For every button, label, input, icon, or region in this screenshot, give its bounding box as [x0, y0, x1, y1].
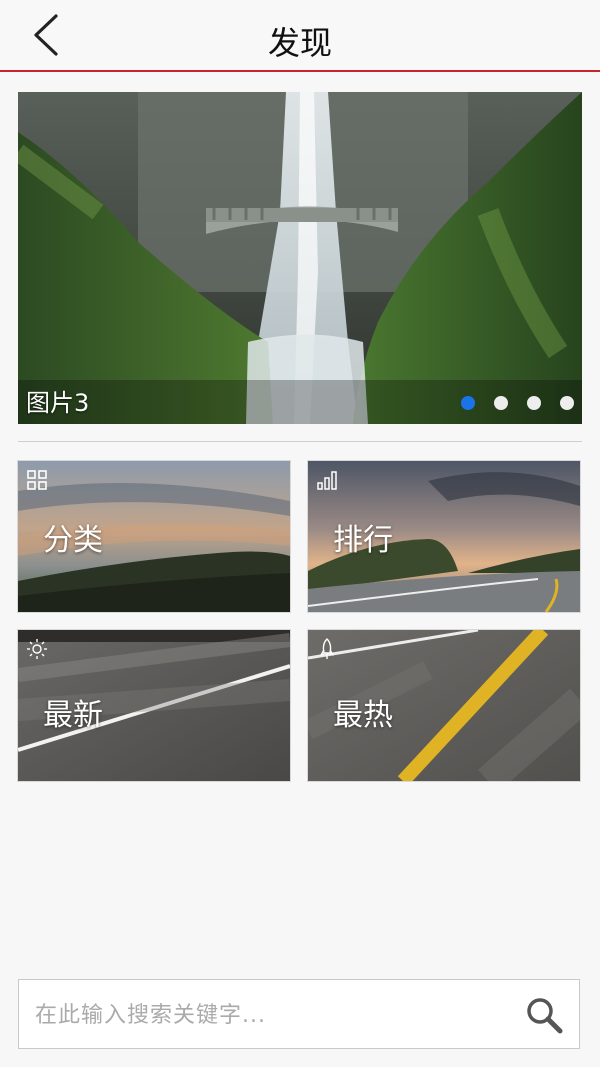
category-tile[interactable]: 分类: [18, 461, 290, 612]
tile-label: 排行: [333, 523, 393, 558]
ranking-tile[interactable]: 排行: [308, 461, 580, 612]
tile-label: 分类: [43, 523, 103, 558]
carousel-dot[interactable]: [494, 396, 508, 410]
carousel-dot[interactable]: [560, 396, 574, 410]
carousel-dot[interactable]: [461, 396, 475, 410]
sun-icon: [27, 639, 47, 659]
page-title: 发现: [267, 24, 332, 62]
carousel-dot[interactable]: [527, 396, 541, 410]
top-bar: 发现: [0, 0, 600, 72]
tile-label: 最热: [333, 698, 393, 733]
search-icon[interactable]: [523, 994, 565, 1036]
search-bar: [18, 979, 580, 1049]
carousel-indicator: [461, 396, 574, 410]
grid-icon: [27, 470, 47, 490]
tile-label: 最新: [43, 698, 103, 733]
banner-caption: 图片3: [26, 389, 90, 417]
newest-tile[interactable]: 最新: [18, 630, 290, 781]
hottest-tile[interactable]: 最热: [308, 630, 580, 781]
banner-carousel[interactable]: 图片3: [18, 92, 582, 424]
banner-image: [18, 92, 582, 424]
divider: [18, 441, 582, 442]
search-input[interactable]: [33, 994, 507, 1036]
ranking-bars-icon: [317, 471, 337, 490]
rocket-icon: [320, 638, 334, 659]
